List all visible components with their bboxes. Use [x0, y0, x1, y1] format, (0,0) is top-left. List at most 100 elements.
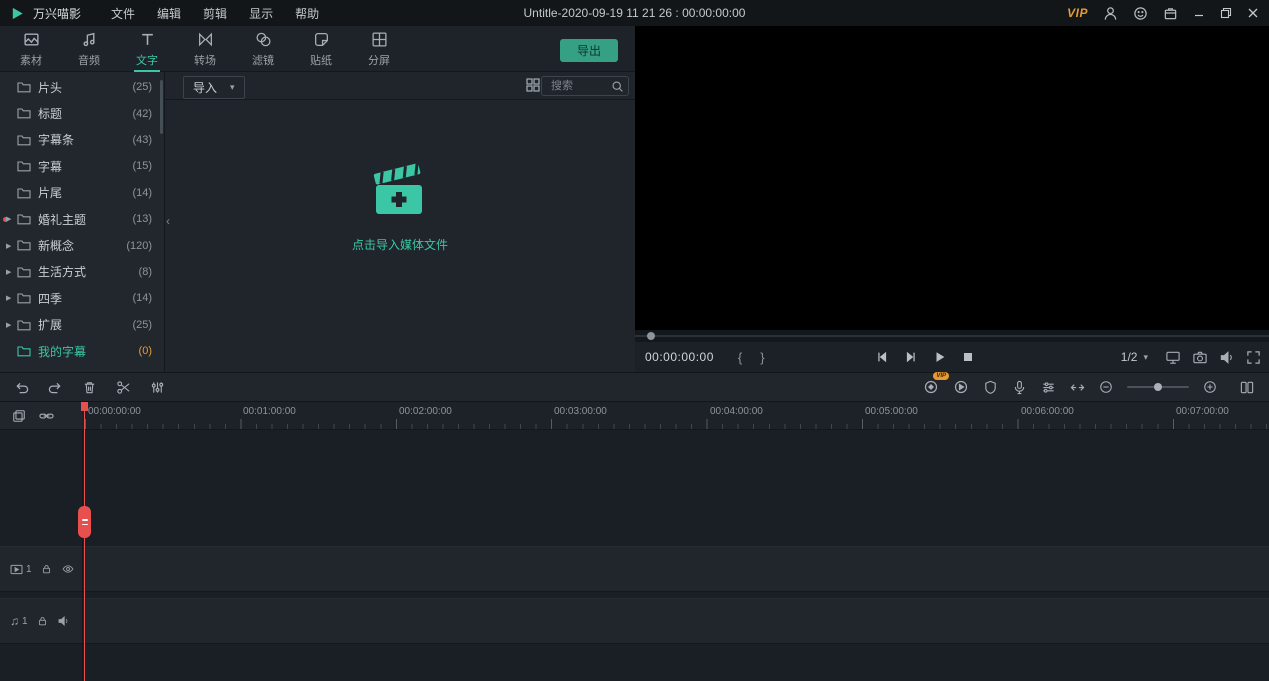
stop-icon[interactable]: [962, 351, 974, 363]
tab-splitscreen[interactable]: 分屏: [350, 26, 408, 72]
sidebar-item-extensions[interactable]: ▶ 扩展 (25): [0, 312, 164, 338]
undo-icon[interactable]: [14, 380, 29, 395]
motion-tracking-icon[interactable]: [953, 379, 969, 395]
grid-view-icon[interactable]: [526, 78, 540, 92]
empty-media-state[interactable]: 点击导入媒体文件: [165, 158, 635, 253]
expand-caret-icon[interactable]: ▶: [6, 268, 11, 276]
expand-caret-icon[interactable]: ▶: [6, 321, 11, 329]
split-scissors-icon[interactable]: [116, 380, 131, 395]
close-button[interactable]: [1247, 7, 1259, 19]
zoom-slider-knob[interactable]: [1154, 383, 1162, 391]
video-track[interactable]: [0, 546, 1269, 592]
sidebar-item-my-subtitles[interactable]: 我的字幕 (0): [0, 338, 164, 364]
next-frame-icon[interactable]: [904, 350, 918, 364]
track-manager-icon[interactable]: [1239, 380, 1255, 395]
sidebar-item-subtitles[interactable]: 字幕 (15): [0, 153, 164, 179]
display-device-icon[interactable]: [1165, 350, 1181, 365]
titlebar: 万兴喵影 文件 编辑 剪辑 显示 帮助 Untitle-2020-09-19 1…: [0, 0, 1269, 26]
zoom-in-icon[interactable]: [1203, 380, 1217, 394]
sidebar-item-wedding[interactable]: ▶ 婚礼主题 (13): [0, 206, 164, 232]
tab-audio[interactable]: 音频: [60, 26, 118, 72]
timeline-zoom-slider[interactable]: [1127, 386, 1189, 388]
sidebar-item-seasons[interactable]: ▶ 四季 (14): [0, 285, 164, 311]
mark-out-brace[interactable]: }: [760, 350, 764, 365]
import-dropdown[interactable]: 导入 ▾: [183, 76, 245, 99]
tab-label: 文字: [136, 52, 158, 68]
audio-mixer-icon[interactable]: [1041, 380, 1056, 395]
tab-sticker[interactable]: 贴纸: [292, 26, 350, 72]
snapshot-camera-icon[interactable]: [1192, 350, 1208, 365]
search-input[interactable]: [549, 79, 611, 93]
tab-filter[interactable]: 滤镜: [234, 26, 292, 72]
sidebar-item-openers[interactable]: 片头 (25): [0, 74, 164, 100]
empty-state-text[interactable]: 点击导入媒体文件: [352, 236, 448, 253]
sidebar-item-end-credits[interactable]: 片尾 (14): [0, 180, 164, 206]
ripple-edit-icon[interactable]: [1070, 380, 1085, 395]
search-box: [541, 76, 629, 96]
tab-text[interactable]: 文字: [118, 26, 176, 72]
previous-frame-icon[interactable]: [875, 350, 889, 364]
maximize-button[interactable]: [1220, 7, 1232, 19]
sidebar-item-titles[interactable]: 标题 (42): [0, 100, 164, 126]
delete-trash-icon[interactable]: [82, 380, 97, 395]
menu-file[interactable]: 文件: [111, 5, 135, 22]
preview-controls: 00:00:00:00 { }: [635, 342, 1269, 372]
user-account-icon[interactable]: [1103, 6, 1118, 21]
expand-caret-icon[interactable]: ▶: [6, 242, 11, 250]
titlebar-right: VIP: [1067, 0, 1259, 26]
ruler-label: 00:05:00:00: [865, 406, 918, 417]
advanced-edit-icon[interactable]: [150, 380, 165, 395]
feedback-icon[interactable]: [1133, 6, 1148, 21]
menu-help[interactable]: 帮助: [295, 5, 319, 22]
link-icon[interactable]: [39, 410, 54, 422]
playhead-line[interactable]: [84, 402, 85, 681]
search-icon[interactable]: [611, 80, 624, 93]
tab-transition[interactable]: 转场: [176, 26, 234, 72]
timeline-tracks-area[interactable]: 1 ♫ 1: [0, 430, 1269, 681]
export-button[interactable]: 导出: [560, 39, 618, 62]
preview-timecode[interactable]: 00:00:00:00: [645, 350, 714, 364]
store-icon[interactable]: [1163, 6, 1178, 21]
minimize-button[interactable]: [1193, 7, 1205, 19]
preview-quality-dropdown[interactable]: 1/2 ▾: [1121, 350, 1148, 364]
volume-icon[interactable]: [1219, 350, 1235, 365]
playhead-head[interactable]: [81, 402, 88, 411]
menu-edit[interactable]: 编辑: [157, 5, 181, 22]
vip-label[interactable]: VIP: [1067, 6, 1088, 20]
menu-view[interactable]: 显示: [249, 5, 273, 22]
timeline-corner: [0, 402, 82, 430]
redo-icon[interactable]: [48, 380, 63, 395]
mute-speaker-icon[interactable]: [57, 615, 70, 627]
zoom-out-icon[interactable]: [1099, 380, 1113, 394]
panel-collapse-arrow-icon[interactable]: ‹: [166, 214, 170, 228]
lock-icon[interactable]: [41, 563, 52, 575]
audio-track[interactable]: [0, 598, 1269, 644]
timeline-red-handle[interactable]: [78, 506, 91, 538]
menu-clip[interactable]: 剪辑: [203, 5, 227, 22]
timeline-ruler[interactable]: 00:00:00:00 00:01:00:00 00:02:00:00 00:0…: [82, 402, 1269, 430]
seekbar-track[interactable]: [635, 335, 1269, 337]
keyframe-icon[interactable]: VIP: [923, 379, 939, 395]
video-track-number: 1: [26, 564, 32, 575]
media-manager-icon[interactable]: [12, 409, 26, 423]
folder-icon: [17, 345, 31, 357]
sidebar-item-lifestyle[interactable]: ▶ 生活方式 (8): [0, 259, 164, 285]
content-header: 导入 ▾: [165, 72, 635, 100]
expand-caret-icon[interactable]: ▶: [6, 215, 11, 223]
fullscreen-icon[interactable]: [1246, 350, 1261, 365]
tab-media[interactable]: 素材: [2, 26, 60, 72]
voiceover-mic-icon[interactable]: [1012, 380, 1027, 395]
seekbar-handle[interactable]: [647, 332, 655, 340]
preview-seekbar[interactable]: [635, 330, 1269, 342]
play-icon[interactable]: [933, 350, 947, 364]
mark-in-brace[interactable]: {: [738, 350, 742, 365]
marker-icon[interactable]: [983, 380, 998, 395]
sidebar-item-new-concept[interactable]: ▶ 新概念 (120): [0, 232, 164, 258]
expand-caret-icon[interactable]: ▶: [6, 294, 11, 302]
sidebar-item-lower-thirds[interactable]: 字幕条 (43): [0, 127, 164, 153]
lock-icon[interactable]: [37, 615, 48, 627]
preview-screen[interactable]: [635, 26, 1269, 330]
eye-visibility-icon[interactable]: [61, 563, 75, 575]
sidebar-scrollbar[interactable]: [160, 80, 163, 134]
tab-label: 滤镜: [252, 52, 274, 68]
